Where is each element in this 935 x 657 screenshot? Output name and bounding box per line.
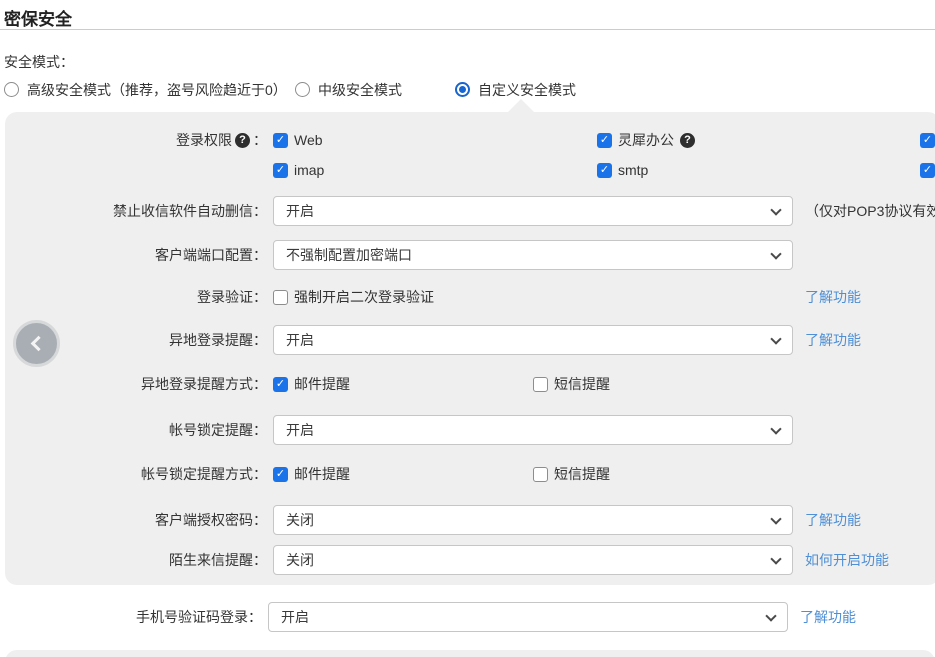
radio-icon[interactable] bbox=[295, 82, 310, 97]
checkbox-item-force-second-verify[interactable]: 强制开启二次登录验证 bbox=[273, 289, 434, 305]
checkbox-label: 邮件提醒 bbox=[294, 466, 350, 482]
checkbox-clipped-2[interactable] bbox=[920, 163, 935, 178]
radio-icon[interactable] bbox=[4, 82, 19, 97]
checkbox-lingxi-office[interactable] bbox=[597, 133, 612, 148]
chevron-down-icon bbox=[770, 553, 781, 564]
select-value: 不强制配置加密端口 bbox=[286, 241, 412, 269]
login-permission-label: 登录权限 ? ： bbox=[5, 132, 267, 148]
checkbox-remote-sms-remind[interactable] bbox=[533, 377, 548, 392]
checkbox-label: smtp bbox=[618, 162, 648, 178]
checkbox-force-second-verify[interactable] bbox=[273, 290, 288, 305]
client-auth-password-select[interactable]: 关闭 bbox=[273, 505, 793, 535]
help-icon[interactable]: ? bbox=[235, 133, 250, 148]
learn-more-link[interactable]: 了解功能 bbox=[800, 602, 856, 632]
phone-code-login-select[interactable]: 开启 bbox=[268, 602, 788, 632]
carousel-prev-button[interactable] bbox=[13, 320, 60, 367]
checkbox-label: 邮件提醒 bbox=[294, 376, 350, 392]
select-value: 开启 bbox=[281, 603, 309, 631]
checkbox-label: 强制开启二次登录验证 bbox=[294, 289, 434, 305]
security-mode-label: 安全模式： bbox=[4, 52, 74, 72]
remote-login-method-label: 异地登录提醒方式： bbox=[5, 376, 267, 392]
port-config-label: 客户端端口配置： bbox=[5, 240, 267, 270]
checkbox-item-remote-mail-remind[interactable]: 邮件提醒 bbox=[273, 376, 350, 392]
checkbox-item-smtp[interactable]: smtp bbox=[597, 162, 648, 178]
auto-delete-label: 禁止收信软件自动删信： bbox=[5, 196, 267, 226]
checkbox-label: 短信提醒 bbox=[554, 466, 610, 482]
checkbox-label: imap bbox=[294, 162, 324, 178]
chevron-down-icon bbox=[770, 333, 781, 344]
label-text: 登录权限 bbox=[176, 130, 232, 150]
radio-advanced-mode[interactable]: 高级安全模式（推荐，盗号风险趋近于0） bbox=[4, 81, 287, 98]
stranger-mail-remind-label: 陌生来信提醒： bbox=[5, 545, 267, 575]
checkbox-item-clipped-2[interactable] bbox=[920, 162, 935, 178]
checkbox-web[interactable] bbox=[273, 133, 288, 148]
learn-more-link[interactable]: 了解功能 bbox=[805, 325, 861, 355]
select-value: 关闭 bbox=[286, 506, 314, 534]
checkbox-item-imap[interactable]: imap bbox=[273, 162, 324, 178]
chevron-down-icon bbox=[765, 610, 776, 621]
select-value: 开启 bbox=[286, 326, 314, 354]
select-value: 开启 bbox=[286, 197, 314, 225]
next-section-panel bbox=[5, 650, 935, 657]
learn-more-link[interactable]: 了解功能 bbox=[805, 505, 861, 535]
how-to-enable-link[interactable]: 如何开启功能 bbox=[805, 545, 889, 575]
custom-mode-panel: 登录权限 ? ： Web 灵犀办公 ? imap smtp bbox=[5, 112, 935, 585]
radio-label: 中级安全模式 bbox=[318, 80, 402, 100]
page-title: 密保安全 bbox=[4, 5, 72, 30]
chevron-down-icon bbox=[770, 513, 781, 524]
checkbox-lock-mail-remind[interactable] bbox=[273, 467, 288, 482]
header-divider bbox=[0, 29, 935, 30]
checkbox-lock-sms-remind[interactable] bbox=[533, 467, 548, 482]
login-verify-label: 登录验证： bbox=[5, 289, 267, 305]
client-auth-password-label: 客户端授权密码： bbox=[5, 505, 267, 535]
checkbox-item-clipped-1[interactable] bbox=[920, 132, 935, 148]
checkbox-label: Web bbox=[294, 132, 323, 148]
account-lock-remind-select[interactable]: 开启 bbox=[273, 415, 793, 445]
radio-custom-mode[interactable]: 自定义安全模式 bbox=[455, 81, 576, 98]
panel-pointer bbox=[508, 99, 534, 112]
auto-delete-note: （仅对POP3协议有效。 bbox=[805, 196, 935, 226]
select-value: 开启 bbox=[286, 416, 314, 444]
checkbox-item-web[interactable]: Web bbox=[273, 132, 323, 148]
checkbox-item-lock-mail-remind[interactable]: 邮件提醒 bbox=[273, 466, 350, 482]
chevron-down-icon bbox=[770, 248, 781, 259]
remote-login-remind-select[interactable]: 开启 bbox=[273, 325, 793, 355]
auto-delete-select[interactable]: 开启 bbox=[273, 196, 793, 226]
checkbox-clipped-1[interactable] bbox=[920, 133, 935, 148]
account-lock-method-label: 帐号锁定提醒方式： bbox=[5, 466, 267, 482]
label-colon: ： bbox=[253, 130, 267, 150]
stranger-mail-remind-select[interactable]: 关闭 bbox=[273, 545, 793, 575]
radio-label: 高级安全模式（推荐，盗号风险趋近于0） bbox=[27, 80, 287, 100]
select-value: 关闭 bbox=[286, 546, 314, 574]
security-settings-page: 密保安全 安全模式： 高级安全模式（推荐，盗号风险趋近于0） 中级安全模式 自定… bbox=[0, 0, 935, 657]
radio-medium-mode[interactable]: 中级安全模式 bbox=[295, 81, 402, 98]
checkbox-label: 灵犀办公 bbox=[618, 132, 674, 148]
checkbox-remote-mail-remind[interactable] bbox=[273, 377, 288, 392]
checkbox-label: 短信提醒 bbox=[554, 376, 610, 392]
account-lock-remind-label: 帐号锁定提醒： bbox=[5, 415, 267, 445]
chevron-left-icon bbox=[31, 336, 47, 352]
radio-icon[interactable] bbox=[455, 82, 470, 97]
checkbox-imap[interactable] bbox=[273, 163, 288, 178]
help-icon[interactable]: ? bbox=[680, 133, 695, 148]
chevron-down-icon bbox=[770, 204, 781, 215]
checkbox-item-lock-sms-remind[interactable]: 短信提醒 bbox=[533, 466, 610, 482]
radio-label: 自定义安全模式 bbox=[478, 80, 576, 100]
phone-code-login-label: 手机号验证码登录： bbox=[0, 602, 262, 632]
port-config-select[interactable]: 不强制配置加密端口 bbox=[273, 240, 793, 270]
checkbox-item-remote-sms-remind[interactable]: 短信提醒 bbox=[533, 376, 610, 392]
checkbox-smtp[interactable] bbox=[597, 163, 612, 178]
chevron-down-icon bbox=[770, 423, 781, 434]
checkbox-item-lingxi-office[interactable]: 灵犀办公 ? bbox=[597, 132, 695, 148]
learn-more-link[interactable]: 了解功能 bbox=[805, 289, 861, 305]
